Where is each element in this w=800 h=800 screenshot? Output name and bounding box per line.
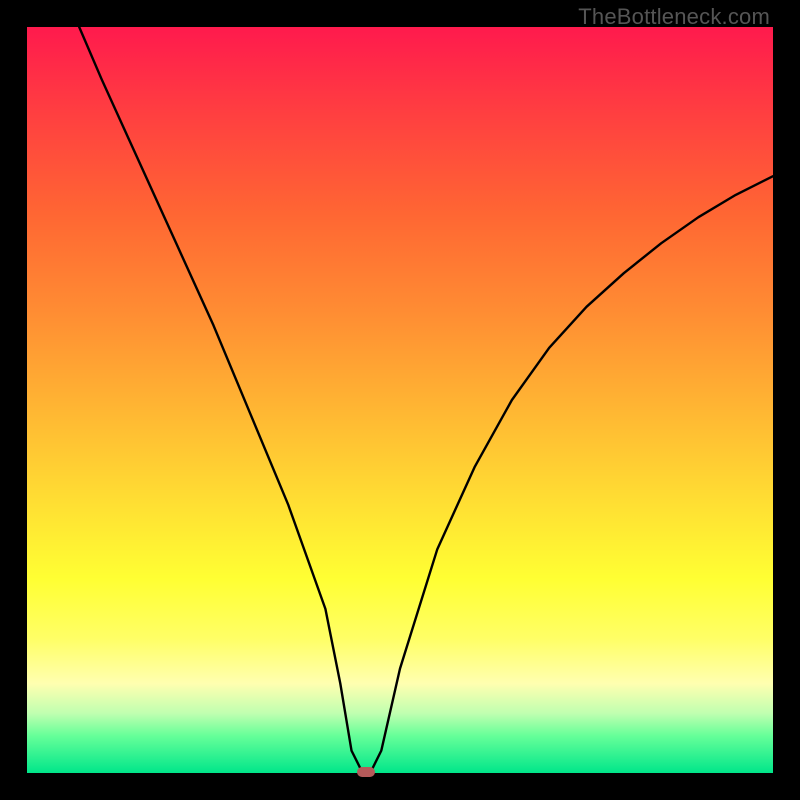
bottleneck-curve — [27, 27, 773, 773]
optimal-point-marker — [357, 767, 375, 777]
